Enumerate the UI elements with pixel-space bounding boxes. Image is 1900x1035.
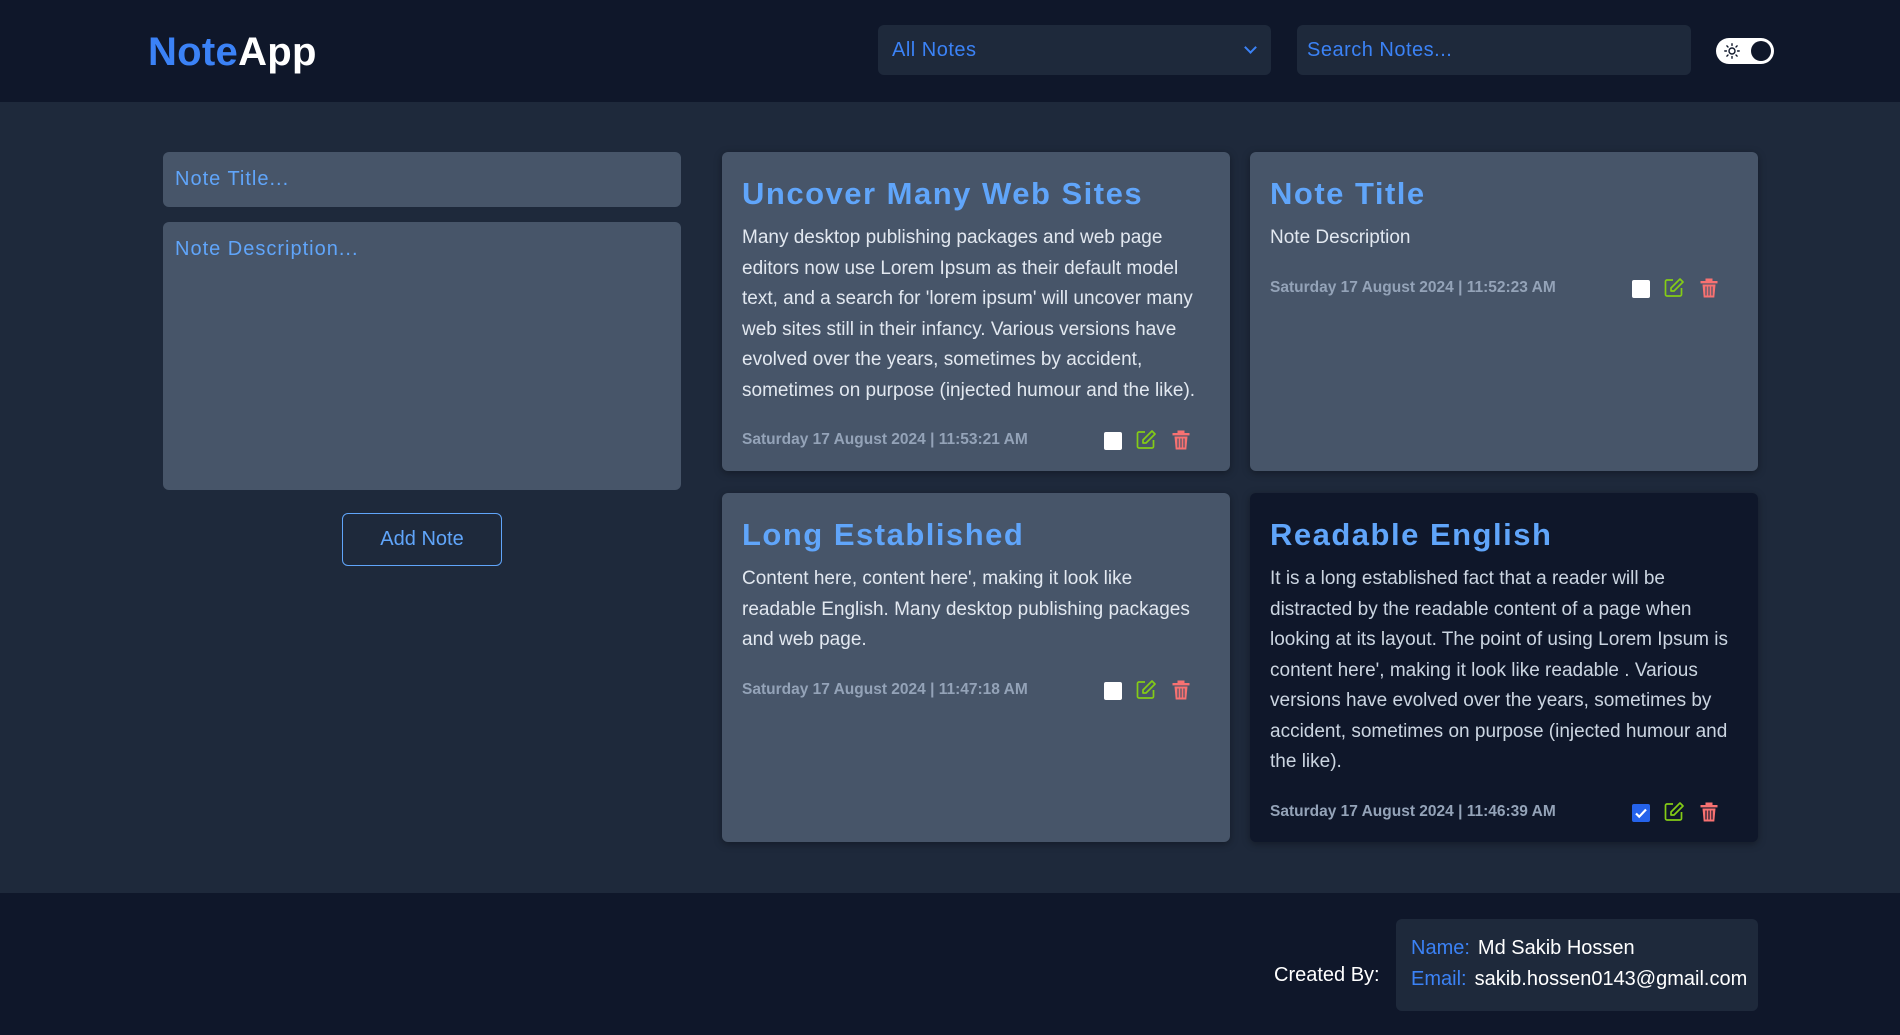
trash-icon[interactable] — [1698, 801, 1720, 823]
toggle-knob — [1751, 41, 1771, 61]
notes-filter-select[interactable]: All Notes — [878, 25, 1271, 75]
top-navbar: NoteApp All Notes Search Notes... — [0, 0, 1900, 102]
note-description: Note Description — [1270, 227, 1411, 248]
search-input[interactable]: Search Notes... — [1297, 25, 1691, 75]
edit-icon[interactable] — [1663, 277, 1685, 299]
note-title: Note Title — [1270, 176, 1426, 211]
note-footer: Saturday 17 August 2024 | 11:52:23 AM — [1270, 274, 1738, 304]
complete-checkbox[interactable] — [1632, 279, 1650, 298]
edit-icon[interactable] — [1135, 429, 1157, 451]
note-date: Saturday 17 August 2024 | 11:46:39 AM — [1270, 802, 1556, 820]
trash-icon[interactable] — [1170, 429, 1192, 451]
complete-checkbox[interactable] — [1104, 681, 1122, 700]
logo-part-note: Note — [148, 30, 239, 74]
note-description: It is a long established fact that a rea… — [1270, 568, 1729, 772]
search-placeholder: Search Notes... — [1307, 38, 1453, 61]
note-footer: Saturday 17 August 2024 | 11:46:39 AM — [1270, 798, 1738, 828]
chevron-down-icon — [1244, 41, 1257, 54]
note-card: Long Established Content here, content h… — [722, 493, 1230, 842]
name-value: Md Sakib Hossen — [1477, 937, 1635, 959]
edit-icon[interactable] — [1663, 801, 1685, 823]
note-footer: Saturday 17 August 2024 | 11:53:21 AM — [742, 426, 1210, 456]
trash-icon[interactable] — [1698, 277, 1720, 299]
note-footer: Saturday 17 August 2024 | 11:47:18 AM — [742, 676, 1210, 706]
page-footer: Created By: Name: Md Sakib Hossen Email: s… — [0, 893, 1900, 1035]
note-description-placeholder: Note Description... — [175, 238, 359, 260]
note-date: Saturday 17 August 2024 | 11:52:23 AM — [1270, 278, 1556, 296]
author-info-box: Name: Md Sakib Hossen Email: sakib.hossen0… — [1396, 919, 1758, 1011]
email-link[interactable]: sakib.hossen0143@gmail.com — [1475, 968, 1748, 990]
note-title: Uncover Many Web Sites — [742, 176, 1144, 211]
note-title: Readable English — [1270, 517, 1553, 552]
note-title-input[interactable]: Note Title... — [163, 152, 681, 207]
complete-checkbox[interactable] — [1632, 803, 1650, 822]
created-by-label: Created By: — [1274, 964, 1380, 986]
author-name-row: Name: Md Sakib Hossen — [1411, 933, 1743, 964]
complete-checkbox[interactable] — [1104, 432, 1122, 450]
note-description: Many desktop publishing packages and web… — [742, 227, 1196, 401]
theme-toggle[interactable] — [1716, 38, 1774, 64]
note-card-completed: Readable English It is a long establishe… — [1250, 493, 1758, 842]
app-logo[interactable]: NoteApp — [148, 28, 317, 76]
add-note-button[interactable]: Add Note — [342, 513, 502, 566]
note-card: Note Title Note Description Saturday 17 … — [1250, 152, 1758, 471]
note-date: Saturday 17 August 2024 | 11:47:18 AM — [742, 680, 1028, 698]
name-label: Name: — [1411, 937, 1470, 959]
note-date: Saturday 17 August 2024 | 11:53:21 AM — [742, 431, 1028, 448]
edit-icon[interactable] — [1135, 679, 1157, 701]
filter-selected-value: All Notes — [892, 38, 977, 61]
email-label: Email: — [1411, 968, 1467, 990]
note-title: Long Established — [742, 517, 1025, 552]
note-description-input[interactable]: Note Description... — [163, 222, 681, 490]
logo-part-app: App — [238, 30, 317, 74]
note-title-placeholder: Note Title... — [175, 168, 290, 190]
sun-icon — [1724, 43, 1740, 59]
note-description: Content here, content here', making it l… — [742, 568, 1190, 650]
note-card: Uncover Many Web Sites Many desktop publ… — [722, 152, 1230, 471]
trash-icon[interactable] — [1170, 679, 1192, 701]
author-email-row: Email: sakib.hossen0143@gmail.com — [1411, 964, 1747, 995]
